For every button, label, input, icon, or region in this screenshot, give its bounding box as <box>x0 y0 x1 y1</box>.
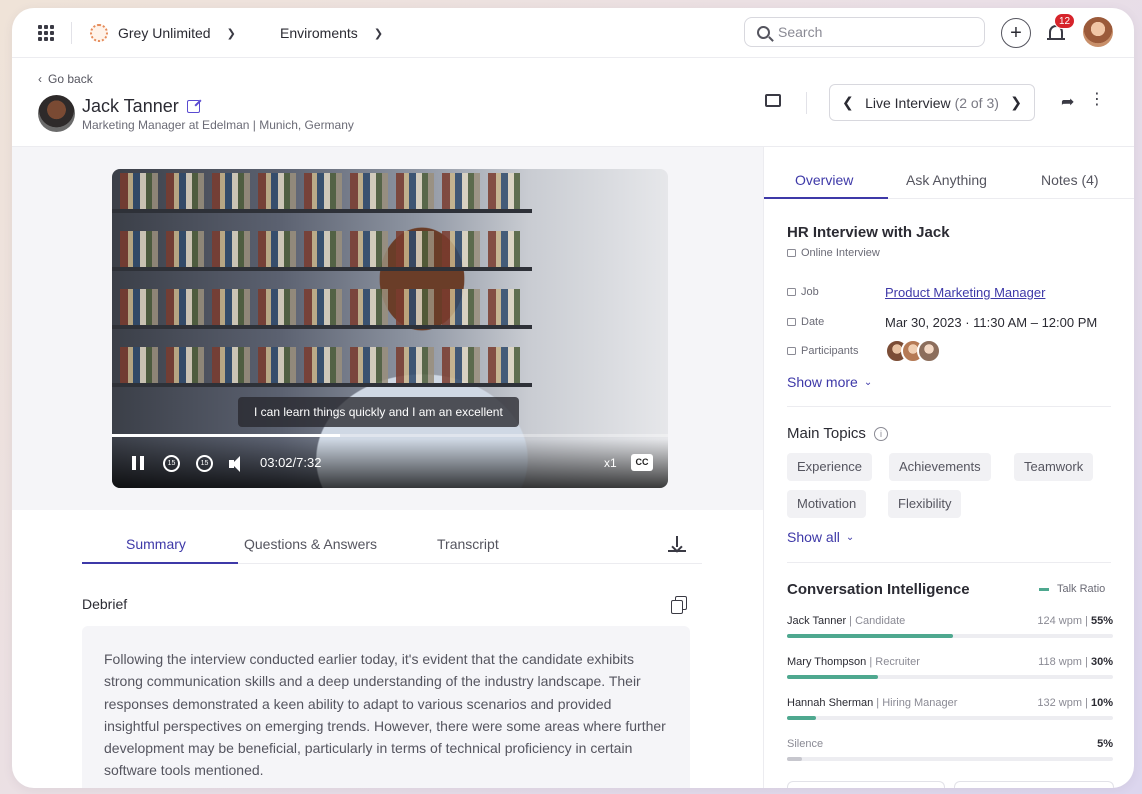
chevron-left-icon[interactable]: ❮ <box>842 94 854 111</box>
topic-chip[interactable]: Flexibility <box>888 490 962 518</box>
notification-badge: 12 <box>1054 13 1076 29</box>
video-progress-fill <box>112 434 340 437</box>
top-bar: Grey Unlimited ❯ Enviroments ❯ + 12 <box>12 8 1134 58</box>
talk-ratio-bar <box>787 675 879 679</box>
plus-icon: + <box>1010 22 1022 44</box>
search-input[interactable] <box>778 24 958 40</box>
video-player[interactable]: I can learn things quickly and I am an e… <box>112 169 668 488</box>
right-panel: Overview Ask Anything Notes (4) HR Inter… <box>763 147 1134 788</box>
interview-navigator: ❮ Live Interview (2 of 3) ❯ <box>829 84 1035 121</box>
divider <box>71 22 72 44</box>
show-all-button[interactable]: Show all ⌄ <box>787 529 854 545</box>
go-back-label: Go back <box>48 72 93 86</box>
candidate-role: Marketing Manager at Edelman | Munich, G… <box>82 118 354 132</box>
org-logo-icon <box>90 24 108 42</box>
job-label: Job <box>787 286 819 298</box>
org-switcher[interactable]: Grey Unlimited ❯ <box>90 22 236 44</box>
interview-nav-count: (2 of 3) <box>954 94 999 111</box>
rewind-15-icon[interactable]: 15 <box>163 455 180 472</box>
app-window: Grey Unlimited ❯ Enviroments ❯ + 12 ‹ Go… <box>12 8 1134 788</box>
chevron-down-icon: ⌄ <box>845 531 855 543</box>
chevron-right-icon[interactable]: ❯ <box>1010 94 1022 111</box>
interview-title: HR Interview with Jack <box>787 224 950 241</box>
summary-tabs: Summary Questions & Answers Transcript <box>82 530 702 564</box>
divider <box>806 92 807 114</box>
search-icon <box>757 25 770 39</box>
candidate-name: Jack Tanner <box>82 96 179 116</box>
chat-icon[interactable] <box>765 94 781 107</box>
video-controls: 15 15 03:02/7:32 x1 CC <box>112 439 668 488</box>
calendar-icon <box>787 318 796 326</box>
info-icon[interactable]: i <box>873 426 888 441</box>
card <box>787 781 945 788</box>
candidate-avatar <box>38 95 75 132</box>
environments-label: Enviroments <box>280 25 358 41</box>
date-value: Mar 30, 2023 · 11:30 AM – 12:00 PM <box>885 315 1098 330</box>
playback-speed[interactable]: x1 <box>604 456 617 470</box>
active-tab-indicator <box>764 197 888 199</box>
search-box[interactable] <box>744 17 985 47</box>
chevron-down-icon: ❯ <box>226 27 236 40</box>
add-button[interactable]: + <box>1001 18 1031 48</box>
tab-transcript[interactable]: Transcript <box>437 536 499 552</box>
candidate-name-row: Jack Tanner <box>82 96 200 117</box>
topic-chip[interactable]: Achievements <box>889 453 991 481</box>
more-options-icon[interactable]: ⋮ <box>1089 92 1105 108</box>
edit-icon[interactable] <box>186 100 200 113</box>
video-caption: I can learn things quickly and I am an e… <box>238 397 519 427</box>
chevron-down-icon: ❯ <box>373 27 384 40</box>
topic-chip[interactable]: Experience <box>787 453 873 481</box>
debrief-text: Following the interview conducted earlie… <box>82 626 690 788</box>
job-link[interactable]: Product Marketing Manager <box>885 285 1045 300</box>
avatar <box>917 339 941 363</box>
date-label: Date <box>787 316 824 328</box>
volume-icon[interactable] <box>229 456 247 472</box>
video-time: 03:02/7:32 <box>260 455 322 470</box>
talk-ratio-bar <box>787 716 817 720</box>
copy-icon[interactable] <box>671 596 687 614</box>
show-more-button[interactable]: Show more ⌄ <box>787 374 872 390</box>
interview-type: Online Interview <box>787 247 880 259</box>
participant-avatars[interactable] <box>885 339 941 363</box>
chevron-down-icon: ⌄ <box>863 376 873 388</box>
conversation-intelligence-title: Conversation Intelligence <box>787 581 970 598</box>
video-camera-icon <box>787 249 796 257</box>
chevron-left-icon: ‹ <box>38 72 42 86</box>
tab-overview[interactable]: Overview <box>795 172 853 188</box>
topic-chip[interactable]: Teamwork <box>1014 453 1094 481</box>
go-back-link[interactable]: ‹ Go back <box>38 72 93 86</box>
card <box>954 781 1114 788</box>
active-tab-indicator <box>82 562 238 564</box>
briefcase-icon <box>787 288 796 296</box>
tab-questions-answers[interactable]: Questions & Answers <box>244 536 377 552</box>
participants-label: Participants <box>787 345 858 357</box>
apps-grid-icon[interactable] <box>38 25 54 41</box>
environments-dropdown[interactable]: Enviroments ❯ <box>280 22 383 44</box>
talk-ratio-bar <box>787 634 954 638</box>
video-scrubber[interactable] <box>112 434 668 437</box>
closed-captions-button[interactable]: CC <box>631 454 653 471</box>
people-icon <box>787 347 796 355</box>
topic-chip[interactable]: Motivation <box>787 490 867 518</box>
share-icon[interactable]: ➦ <box>1061 92 1074 112</box>
org-name: Grey Unlimited <box>118 25 211 41</box>
debrief-title: Debrief <box>82 596 128 612</box>
user-avatar[interactable] <box>1083 17 1113 47</box>
tab-summary[interactable]: Summary <box>126 536 186 552</box>
talk-ratio-bar <box>787 757 802 761</box>
tab-notes[interactable]: Notes (4) <box>1041 172 1099 188</box>
tab-ask-anything[interactable]: Ask Anything <box>906 172 987 188</box>
talk-ratio-legend: Talk Ratio <box>1039 583 1105 595</box>
legend-swatch <box>1039 587 1049 591</box>
overview-tabs: Overview Ask Anything Notes (4) <box>764 147 1134 199</box>
main-topics-title: Main Topics i <box>787 425 888 442</box>
interview-nav-label: Live Interview <box>865 94 951 111</box>
forward-15-icon[interactable]: 15 <box>196 455 213 472</box>
pause-icon[interactable] <box>132 456 144 470</box>
